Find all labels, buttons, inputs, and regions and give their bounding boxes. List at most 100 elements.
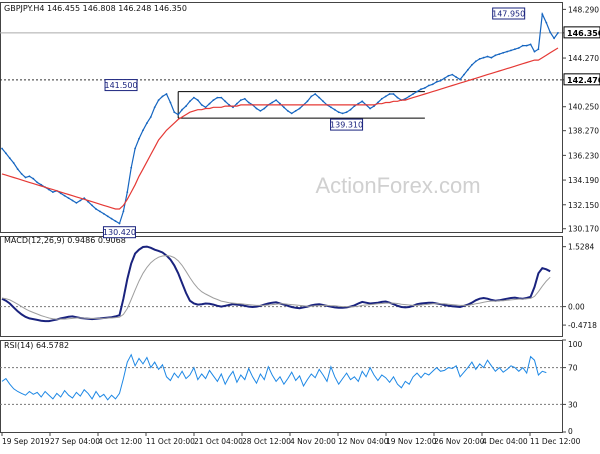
price-point [67,197,70,200]
price-point [349,108,352,111]
annotation-label: 139.310 [330,121,363,130]
price-point [196,99,199,101]
price-point [463,73,465,76]
x-tick-label: 4 Nov 20:00 [290,437,336,446]
rsi-ytick-label: 30 [568,400,578,409]
price-point [447,74,450,77]
price-point [28,175,31,178]
price-point [533,50,536,53]
price-point [216,96,219,99]
price-point [95,208,97,210]
price-point [102,212,105,215]
price-point [471,64,473,66]
price-point [459,78,461,81]
price-point [396,96,399,99]
price-ytick-label: 148.290 [568,5,599,14]
x-tick-label: 11 Oct 20:00 [146,437,195,446]
price-point [118,222,121,225]
price-point [122,210,125,213]
price-point [212,99,215,101]
price-point [439,79,442,82]
price-point [294,110,297,112]
price-point [341,112,344,115]
price-point [263,107,266,110]
price-point [431,83,434,86]
price-point [173,111,176,114]
price-point [181,108,184,111]
price-point [494,54,497,57]
price-point [525,44,528,47]
price-point [91,204,93,207]
price-ytick-label: 144.270 [568,54,599,63]
price-point [247,101,250,104]
price-point [557,32,559,34]
rsi-ytick-label: 0 [568,427,573,436]
price-point [63,194,66,197]
price-point [286,110,289,112]
price-point [502,51,505,54]
price-point [275,99,277,101]
price-point [506,50,508,53]
price-ytick-label: 132.150 [568,201,599,210]
price-point [337,111,340,114]
watermark: ActionForex.com [315,173,480,198]
price-point [36,181,39,184]
macd-ytick-label: 0.00 [568,303,585,312]
price-point [322,100,324,103]
x-tick-label: 4 Dec 04:00 [482,437,528,446]
price-point [255,107,258,110]
rsi-panel-header: RSI(14) 64.5782 [4,341,69,350]
x-tick-label: 19 Nov 12:00 [386,437,437,446]
rsi-ytick-label: 70 [568,364,578,373]
price-point [236,102,238,105]
x-tick-label: 26 Nov 20:00 [434,437,485,446]
price-point [99,210,101,213]
price-point [330,106,332,109]
rsi-ytick-label: 100 [568,340,583,349]
price-ytick-label: 138.270 [568,127,599,136]
price-point [510,49,512,52]
chart-root: GBPJPY.H4 146.455 146.808 146.248 146.35… [0,0,600,450]
price-point [130,166,133,169]
price-point [1,147,3,150]
price-point [388,93,391,95]
price-point [290,112,293,115]
price-point [20,173,23,175]
price-point [71,199,74,202]
price-point [165,93,168,95]
price-point [306,100,309,103]
price-point [486,55,489,58]
price-point [380,97,383,100]
x-tick-label: 12 Nov 04:00 [338,437,389,446]
price-point [416,90,418,93]
price-point [110,217,113,220]
price-point [16,168,19,171]
price-point [549,31,552,34]
chart-svg: GBPJPY.H4 146.455 146.808 146.248 146.35… [0,0,600,450]
price-point [517,47,520,49]
price-point [451,73,454,76]
hline-label-current: 146.350 [567,29,600,38]
price-point [193,96,195,99]
price-ytick-label: 136.230 [568,151,599,160]
price-ytick-label: 140.250 [568,103,599,112]
price-point [153,106,156,109]
price-point [384,95,387,98]
hline-label-level: 142.470 [567,76,600,85]
price-point [427,84,430,87]
price-point [149,116,152,118]
price-point [5,152,7,155]
price-point [333,108,336,111]
price-point [177,113,180,116]
price-point [271,101,274,104]
price-point [283,106,285,109]
price-point [424,87,426,89]
price-point [52,191,54,194]
price-point [142,129,144,132]
price-point [392,93,395,95]
price-point [79,199,82,202]
price-point [239,99,242,101]
price-point [474,60,477,63]
price-point [157,99,160,101]
price-point [443,77,446,80]
